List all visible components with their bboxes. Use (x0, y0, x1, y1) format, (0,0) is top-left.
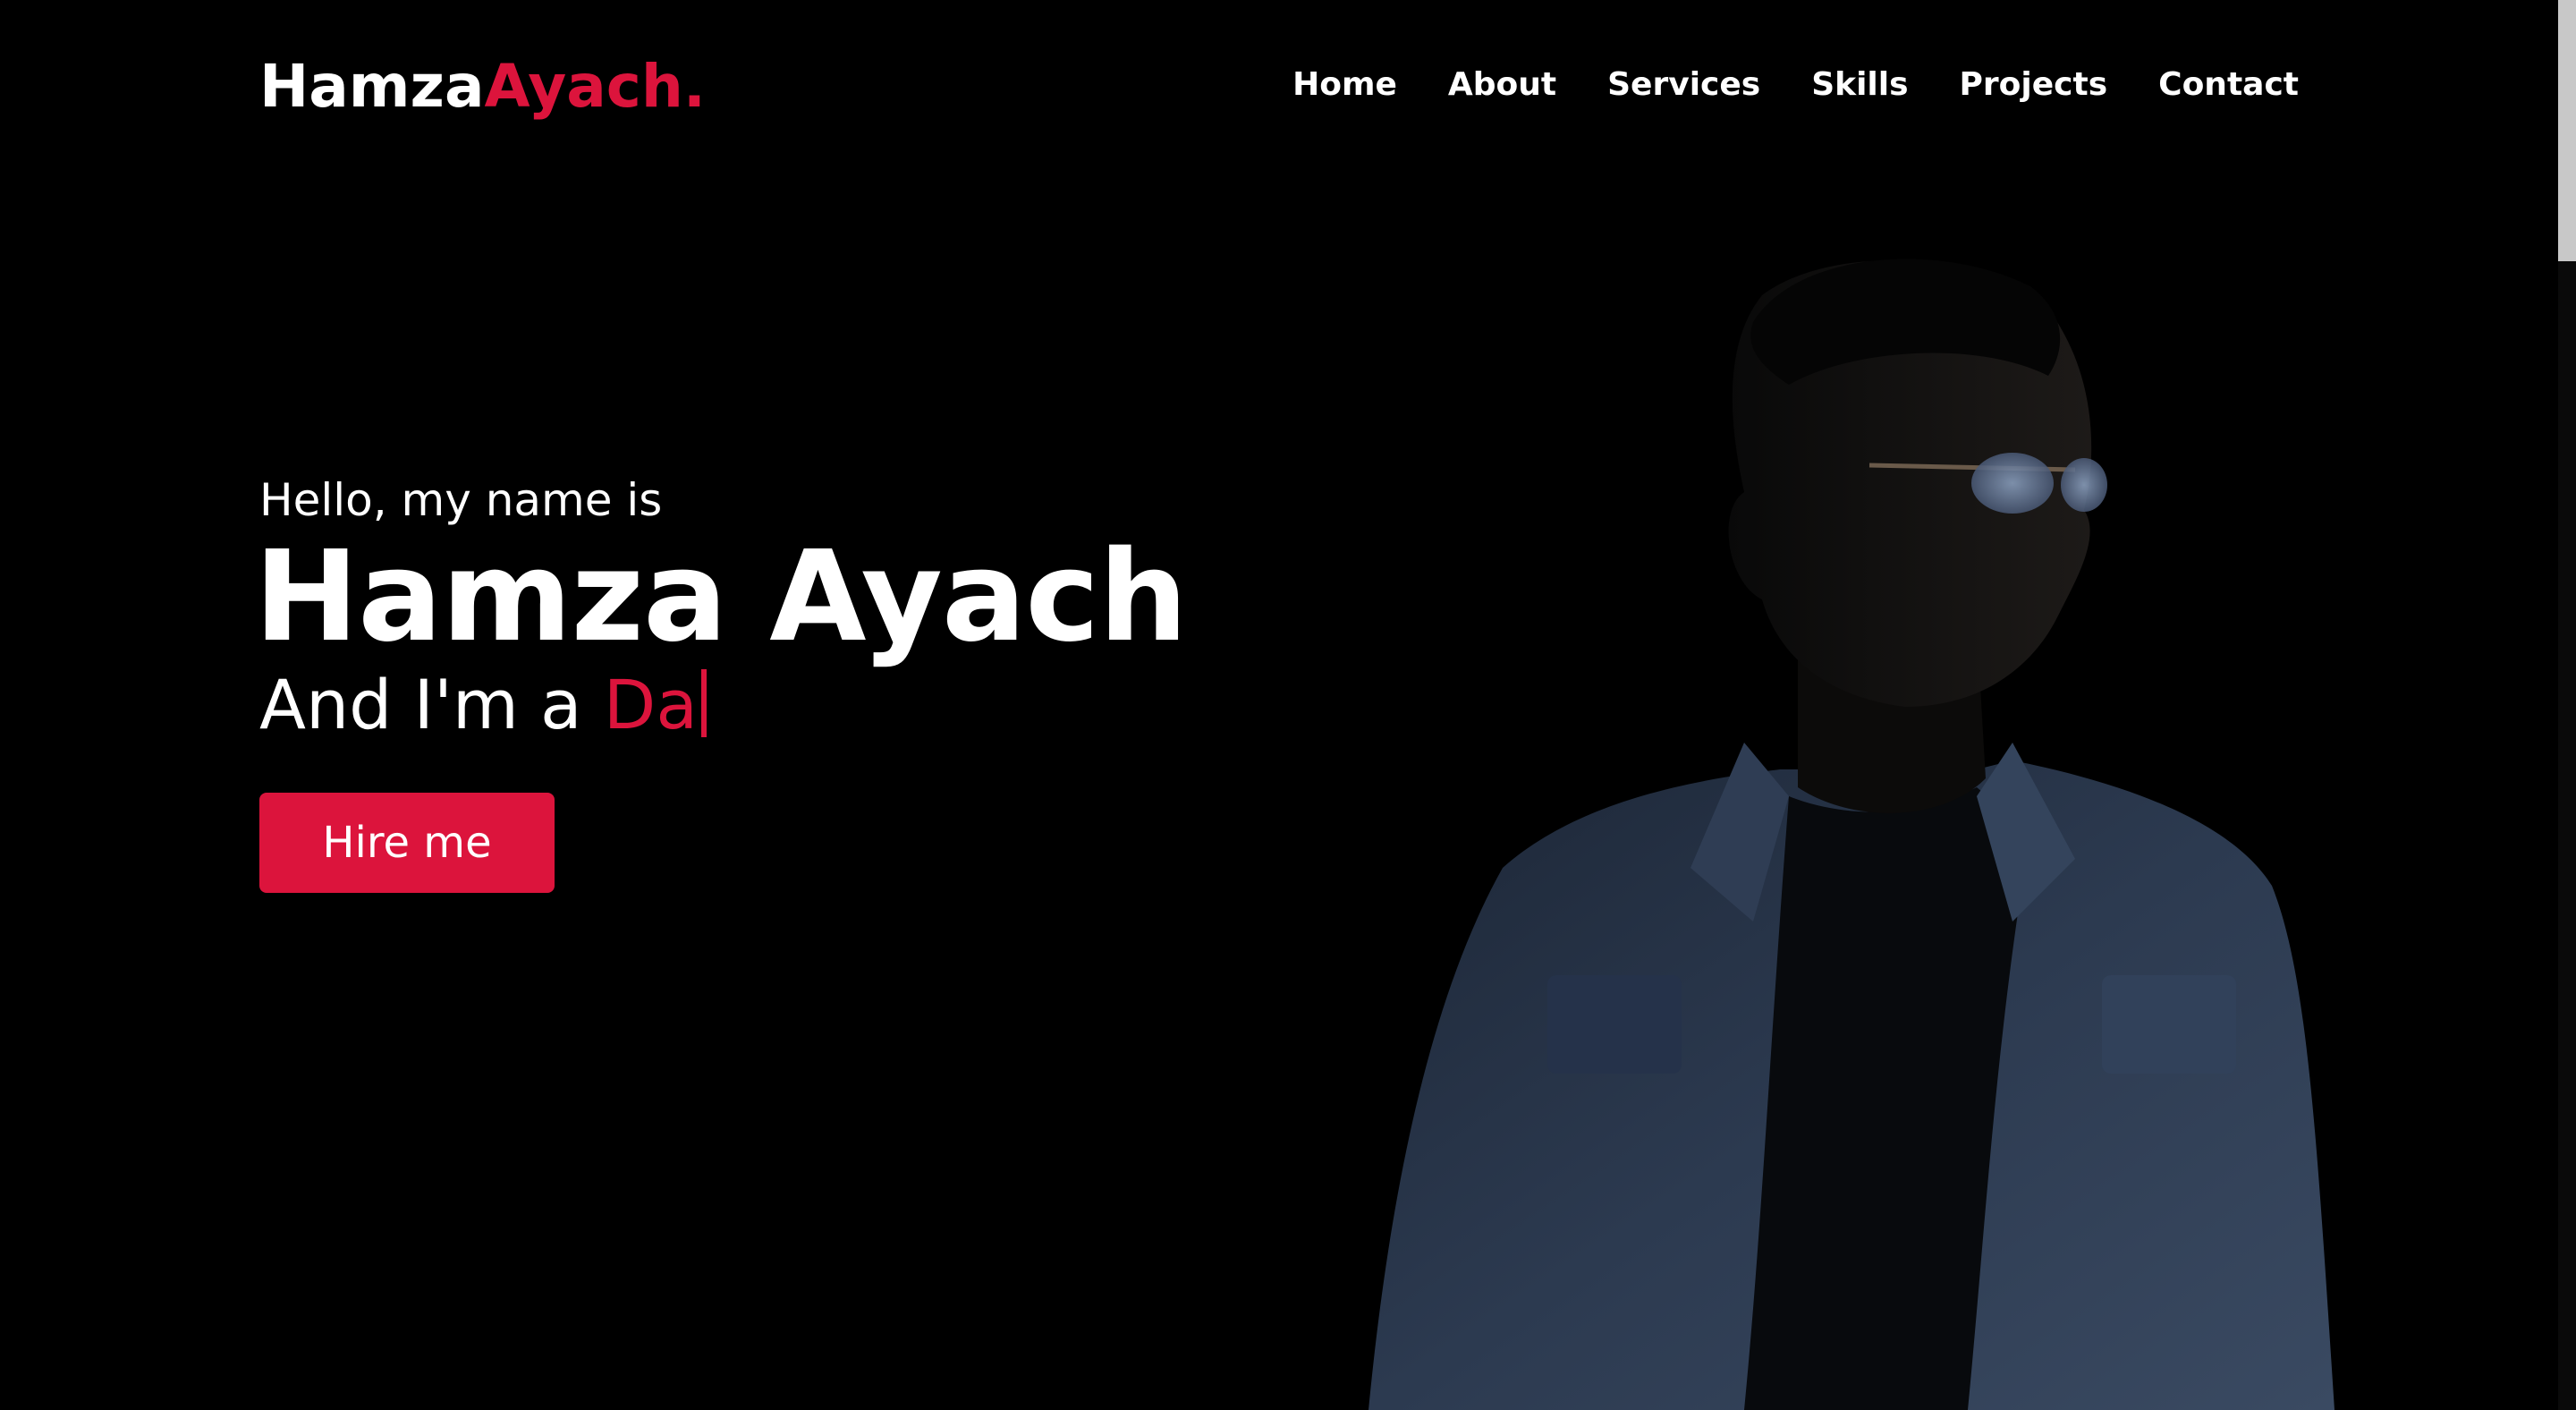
nav-link-contact[interactable]: Contact (2158, 66, 2299, 103)
portrait-image (1368, 259, 2334, 1410)
hero-role-line: And I'm a Da (259, 665, 1187, 744)
navbar: HamzaAyach. Home About Services Skills P… (0, 0, 2558, 179)
hire-me-button[interactable]: Hire me (259, 792, 555, 893)
hero-greeting: Hello, my name is (259, 474, 663, 526)
brand-first: Hamza (259, 52, 485, 121)
hero-name: Hamza Ayach (254, 524, 1188, 670)
nav-link-services[interactable]: Services (1607, 66, 1760, 103)
typing-cursor (700, 668, 707, 737)
brand-logo[interactable]: HamzaAyach. (259, 52, 706, 121)
hero-section: Hello, my name is Hamza Ayach And I'm a … (254, 474, 1188, 893)
role-typed-text: Da (603, 664, 698, 744)
nav-link-about[interactable]: About (1448, 66, 1556, 103)
nav-link-projects[interactable]: Projects (1960, 66, 2108, 103)
nav-link-skills[interactable]: Skills (1811, 66, 1908, 103)
brand-second: Ayach. (484, 52, 706, 121)
scrollbar-thumb[interactable] (2558, 0, 2576, 261)
nav-menu: Home About Services Skills Projects Cont… (1292, 66, 2299, 103)
page: HamzaAyach. Home About Services Skills P… (0, 0, 2576, 1410)
nav-link-home[interactable]: Home (1292, 66, 1397, 103)
role-prefix: And I'm a (259, 664, 604, 744)
